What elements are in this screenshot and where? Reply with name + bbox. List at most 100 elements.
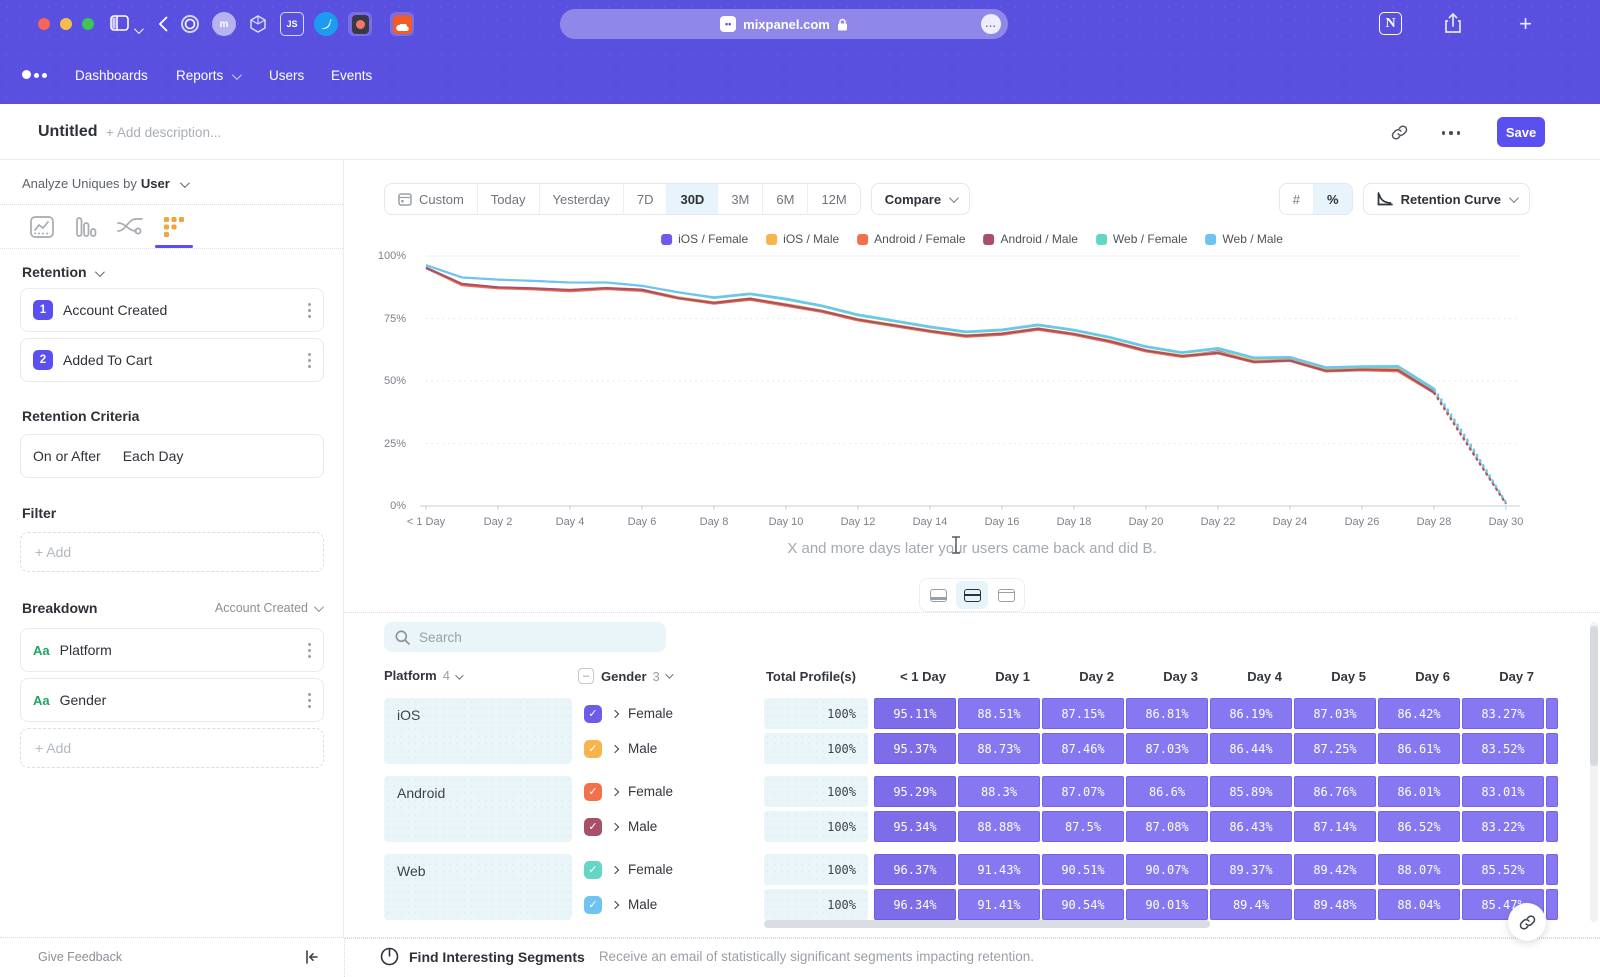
tab-flows[interactable] — [108, 208, 152, 246]
mixpanel-logo[interactable] — [22, 70, 47, 79]
retention-cell[interactable]: 87.25% — [1294, 733, 1376, 764]
share-link-fab[interactable] — [1508, 903, 1546, 941]
retention-cell[interactable]: 86.81% — [1126, 698, 1208, 729]
analyze-uniques-row[interactable]: Analyze Uniques byUser — [22, 176, 187, 191]
series-checkbox[interactable]: ✓ — [584, 783, 602, 801]
series-checkbox[interactable]: ✓ — [584, 705, 602, 723]
retention-cell[interactable]: 91.41% — [958, 889, 1040, 920]
retention-cell[interactable]: 90.54% — [1042, 889, 1124, 920]
range-custom[interactable]: Custom — [385, 184, 478, 214]
nav-users[interactable]: Users — [269, 68, 304, 83]
window-zoom-button[interactable] — [82, 18, 94, 30]
day-column-header[interactable]: Day 3 — [1126, 669, 1208, 684]
retention-cell[interactable]: 87.14% — [1294, 811, 1376, 842]
day-column-header[interactable]: Day 6 — [1378, 669, 1460, 684]
window-minimize-button[interactable] — [60, 18, 72, 30]
breakdown-add-button[interactable]: + Add — [20, 728, 324, 768]
retention-cell[interactable]: 83.52% — [1462, 733, 1544, 764]
vertical-scrollbar-thumb[interactable] — [1590, 626, 1598, 766]
back-icon[interactable] — [158, 16, 168, 32]
range-30d[interactable]: 30D — [667, 184, 718, 214]
gender-row[interactable]: ✓ Female — [578, 854, 758, 885]
retention-cell[interactable]: 86.52% — [1378, 811, 1460, 842]
find-segments-row[interactable]: Find Interesting Segments Receive an ema… — [380, 947, 1034, 966]
step-card-2[interactable]: 2 Added To Cart — [20, 338, 324, 382]
extension-m-icon[interactable]: m — [212, 12, 236, 36]
retention-cell[interactable]: 90.07% — [1126, 854, 1208, 885]
expand-chevron-icon[interactable] — [611, 865, 619, 873]
tab-retention[interactable] — [152, 208, 196, 246]
extension-ring-icon[interactable] — [178, 12, 202, 36]
extension-dark-icon[interactable] — [348, 12, 372, 36]
chevron-down-icon[interactable] — [134, 21, 141, 39]
retention-cell[interactable]: 83.22% — [1462, 811, 1544, 842]
platform-cell[interactable]: Android — [384, 776, 572, 842]
url-more-icon[interactable]: ... — [981, 14, 1001, 34]
legend-item[interactable]: Android / Female — [857, 232, 965, 246]
retention-cell[interactable]: 89.37% — [1210, 854, 1292, 885]
criteria-card[interactable]: On or After Each Day — [20, 434, 324, 478]
day-column-header[interactable]: Day 5 — [1294, 669, 1376, 684]
retention-cell[interactable]: 86.44% — [1210, 733, 1292, 764]
retention-cell[interactable]: 95.29% — [874, 776, 956, 807]
collapse-sidebar-icon[interactable] — [304, 949, 320, 965]
series-checkbox[interactable]: ✓ — [584, 818, 602, 836]
gender-row[interactable]: ✓ Female — [578, 776, 758, 807]
compare-button[interactable]: Compare — [871, 183, 970, 215]
retention-cell[interactable]: 87.03% — [1294, 698, 1376, 729]
series-checkbox[interactable]: ✓ — [584, 740, 602, 758]
notion-tab-icon[interactable]: N — [1379, 12, 1402, 35]
expand-chevron-icon[interactable] — [611, 744, 619, 752]
extension-js-icon[interactable]: JS — [280, 12, 304, 36]
legend-item[interactable]: Web / Female — [1096, 232, 1187, 246]
layout-chart-only-button[interactable] — [922, 581, 954, 609]
series-checkbox[interactable]: ✓ — [584, 861, 602, 879]
tab-insights[interactable] — [20, 208, 64, 246]
gender-row[interactable]: ✓ Female — [578, 698, 758, 729]
retention-cell[interactable]: 87.46% — [1042, 733, 1124, 764]
platform-cell[interactable]: Web — [384, 854, 572, 920]
expand-chevron-icon[interactable] — [611, 709, 619, 717]
total-column-header[interactable]: Total Profile(s) — [764, 669, 868, 684]
day-column-header[interactable]: Day 7 — [1462, 669, 1544, 684]
retention-cell[interactable]: 86.01% — [1378, 776, 1460, 807]
range-yesterday[interactable]: Yesterday — [540, 184, 624, 214]
retention-cell[interactable]: 90.01% — [1126, 889, 1208, 920]
report-title[interactable]: Untitled — [38, 123, 98, 141]
day-column-header[interactable]: Day 2 — [1042, 669, 1124, 684]
retention-cell[interactable]: 95.37% — [874, 733, 956, 764]
retention-cell[interactable]: 95.34% — [874, 811, 956, 842]
retention-cell[interactable]: 86.76% — [1294, 776, 1376, 807]
retention-cell[interactable]: 90.51% — [1042, 854, 1124, 885]
breakdown-options-icon[interactable] — [308, 693, 311, 708]
number-toggle[interactable]: # — [1280, 184, 1314, 214]
breakdown-options-icon[interactable] — [308, 643, 311, 658]
retention-cell[interactable]: 95.11% — [874, 698, 956, 729]
gender-row[interactable]: ✓ Male — [578, 889, 758, 920]
expand-chevron-icon[interactable] — [611, 787, 619, 795]
retention-cell[interactable]: 88.73% — [958, 733, 1040, 764]
layout-split-button[interactable] — [956, 581, 988, 609]
share-icon[interactable] — [1444, 13, 1462, 34]
step-card-1[interactable]: 1 Account Created — [20, 288, 324, 332]
legend-item[interactable]: Web / Male — [1205, 232, 1282, 246]
retention-cell[interactable]: 87.07% — [1042, 776, 1124, 807]
extension-cloud-icon[interactable] — [390, 12, 414, 36]
url-bar[interactable]: •• mixpanel.com ... — [560, 9, 1008, 39]
retention-cell[interactable]: 86.19% — [1210, 698, 1292, 729]
retention-cell[interactable]: 86.6% — [1126, 776, 1208, 807]
retention-cell[interactable]: 83.01% — [1462, 776, 1544, 807]
nav-events[interactable]: Events — [331, 68, 372, 83]
criteria-primary[interactable]: On or After — [33, 448, 101, 464]
extension-cube-icon[interactable] — [246, 12, 270, 36]
percent-toggle[interactable]: % — [1314, 184, 1352, 214]
filter-add-button[interactable]: + Add — [20, 532, 324, 572]
layout-table-only-button[interactable] — [990, 581, 1022, 609]
platform-column-header[interactable]: Platform4 — [384, 667, 572, 685]
series-checkbox[interactable]: ✓ — [584, 896, 602, 914]
day-column-header[interactable]: Day 1 — [958, 669, 1040, 684]
gender-row[interactable]: ✓ Male — [578, 811, 758, 842]
retention-cell[interactable]: 85.52% — [1462, 854, 1544, 885]
tab-funnels[interactable] — [64, 208, 108, 246]
expand-chevron-icon[interactable] — [611, 822, 619, 830]
